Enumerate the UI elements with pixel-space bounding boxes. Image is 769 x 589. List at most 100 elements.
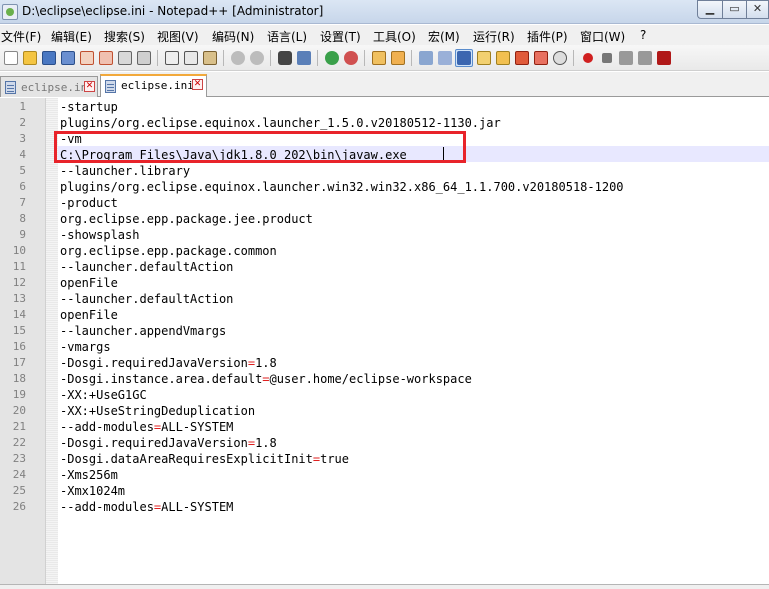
- menu-macro[interactable]: 宏(M): [428, 28, 460, 45]
- code-line: plugins/org.eclipse.equinox.launcher_1.5…: [60, 116, 501, 130]
- redo-icon[interactable]: [248, 49, 266, 67]
- title-bar: D:\eclipse\eclipse.ini - Notepad++ [Admi…: [0, 0, 769, 24]
- menu-search[interactable]: 搜索(S): [104, 28, 145, 45]
- stop-macro-icon[interactable]: [598, 49, 616, 67]
- line-number: 11: [12, 260, 26, 273]
- operator-equals: =: [247, 436, 256, 450]
- line-number: 24: [12, 468, 26, 481]
- tab-eclipse-ini-2[interactable]: eclipse.ini ✕: [100, 74, 207, 97]
- save-all-icon[interactable]: [59, 49, 77, 67]
- sync-horizontal-icon[interactable]: [389, 49, 407, 67]
- folder-workspace-icon[interactable]: [532, 49, 550, 67]
- operator-equals: =: [312, 452, 321, 466]
- copy-icon[interactable]: [182, 49, 200, 67]
- sync-vertical-icon[interactable]: [370, 49, 388, 67]
- cut-icon[interactable]: [163, 49, 181, 67]
- save-macro-icon[interactable]: [655, 49, 673, 67]
- code-line: openFile: [60, 276, 118, 290]
- doc-map-icon[interactable]: [494, 49, 512, 67]
- tab-close-icon[interactable]: ✕: [84, 81, 95, 92]
- undo-icon[interactable]: [229, 49, 247, 67]
- line-number: 8: [19, 212, 26, 225]
- document-tab-bar: eclipse.ini ✕ eclipse.ini ✕: [0, 72, 769, 97]
- zoom-out-icon[interactable]: [342, 49, 360, 67]
- close-icon[interactable]: [78, 49, 96, 67]
- text-editor[interactable]: 1 -startup 2 plugins/org.eclipse.equinox.la…: [0, 98, 769, 584]
- code-line: -startup: [60, 100, 118, 114]
- maximize-button[interactable]: ▭: [722, 0, 747, 19]
- show-all-chars-icon[interactable]: [436, 49, 454, 67]
- window-title: D:\eclipse\eclipse.ini - Notepad++ [Admi…: [22, 4, 324, 18]
- code-line: --launcher.appendVmargs: [60, 324, 227, 338]
- line-number: 18: [12, 372, 26, 385]
- tab-close-icon[interactable]: ✕: [192, 79, 203, 90]
- code-line: -product: [60, 196, 118, 210]
- menu-tools[interactable]: 工具(O): [373, 28, 416, 45]
- line-number: 7: [19, 196, 26, 209]
- line-number: 3: [19, 132, 26, 145]
- code-line: -Xms256m: [60, 468, 118, 482]
- code-line: --launcher.library: [60, 164, 191, 178]
- play-multiple-icon[interactable]: [636, 49, 654, 67]
- toolbar-separator: [573, 50, 574, 66]
- code-line: openFile: [60, 308, 118, 322]
- toolbar-separator: [157, 50, 158, 66]
- language-icon[interactable]: [475, 49, 493, 67]
- print-icon[interactable]: [116, 49, 134, 67]
- line-number: 21: [12, 420, 26, 433]
- menu-view[interactable]: 视图(V): [157, 28, 199, 45]
- line-number: 17: [12, 356, 26, 369]
- close-all-icon[interactable]: [97, 49, 115, 67]
- line-number: 26: [12, 500, 26, 513]
- paste-icon[interactable]: [201, 49, 219, 67]
- line-number: 23: [12, 452, 26, 465]
- play-macro-icon[interactable]: [617, 49, 635, 67]
- toolbar-separator: [411, 50, 412, 66]
- monitor-icon[interactable]: [551, 49, 569, 67]
- open-file-icon[interactable]: [21, 49, 39, 67]
- toolbar-separator: [364, 50, 365, 66]
- menu-run[interactable]: 运行(R): [473, 28, 515, 45]
- zoom-in-icon[interactable]: [323, 49, 341, 67]
- line-number: 19: [12, 388, 26, 401]
- minimize-button[interactable]: ▁: [697, 0, 723, 19]
- indent-guide-icon[interactable]: [455, 49, 473, 67]
- close-window-button[interactable]: ✕: [746, 0, 769, 19]
- toolbar-separator: [270, 50, 271, 66]
- line-number: 5: [19, 164, 26, 177]
- print-now-icon[interactable]: [135, 49, 153, 67]
- line-number: 2: [19, 116, 26, 129]
- menu-window[interactable]: 窗口(W): [580, 28, 625, 45]
- operator-equals: =: [153, 500, 162, 514]
- line-number: 4: [19, 148, 26, 161]
- line-number: 25: [12, 484, 26, 497]
- menu-edit[interactable]: 编辑(E): [51, 28, 92, 45]
- code-line: plugins/org.eclipse.equinox.launcher.win…: [60, 180, 624, 194]
- function-list-icon[interactable]: [513, 49, 531, 67]
- annotation-highlight-box: [54, 131, 466, 163]
- replace-icon[interactable]: [295, 49, 313, 67]
- code-line: --launcher.defaultAction: [60, 292, 234, 306]
- menu-file[interactable]: 文件(F): [1, 28, 41, 45]
- code-line: -Xmx1024m: [60, 484, 126, 498]
- menu-encoding[interactable]: 编码(N): [212, 28, 254, 45]
- menu-settings[interactable]: 设置(T): [320, 28, 361, 45]
- menu-plugins[interactable]: 插件(P): [527, 28, 568, 45]
- fold-margin[interactable]: [46, 98, 58, 584]
- new-file-icon[interactable]: [2, 49, 20, 67]
- find-icon[interactable]: [276, 49, 294, 67]
- code-line: -vmargs: [60, 340, 111, 354]
- file-icon: [5, 81, 16, 94]
- save-icon[interactable]: [40, 49, 58, 67]
- notepadpp-app-icon[interactable]: [2, 4, 18, 20]
- line-number: 20: [12, 404, 26, 417]
- tab-eclipse-ini-1[interactable]: eclipse.ini ✕: [0, 76, 98, 97]
- toolbar-separator: [223, 50, 224, 66]
- horizontal-scrollbar[interactable]: [0, 584, 769, 589]
- menu-help[interactable]: ?: [640, 28, 646, 42]
- line-number: 9: [19, 228, 26, 241]
- word-wrap-icon[interactable]: [417, 49, 435, 67]
- menu-language[interactable]: 语言(L): [267, 28, 307, 45]
- line-number: 16: [12, 340, 26, 353]
- record-macro-icon[interactable]: [579, 49, 597, 67]
